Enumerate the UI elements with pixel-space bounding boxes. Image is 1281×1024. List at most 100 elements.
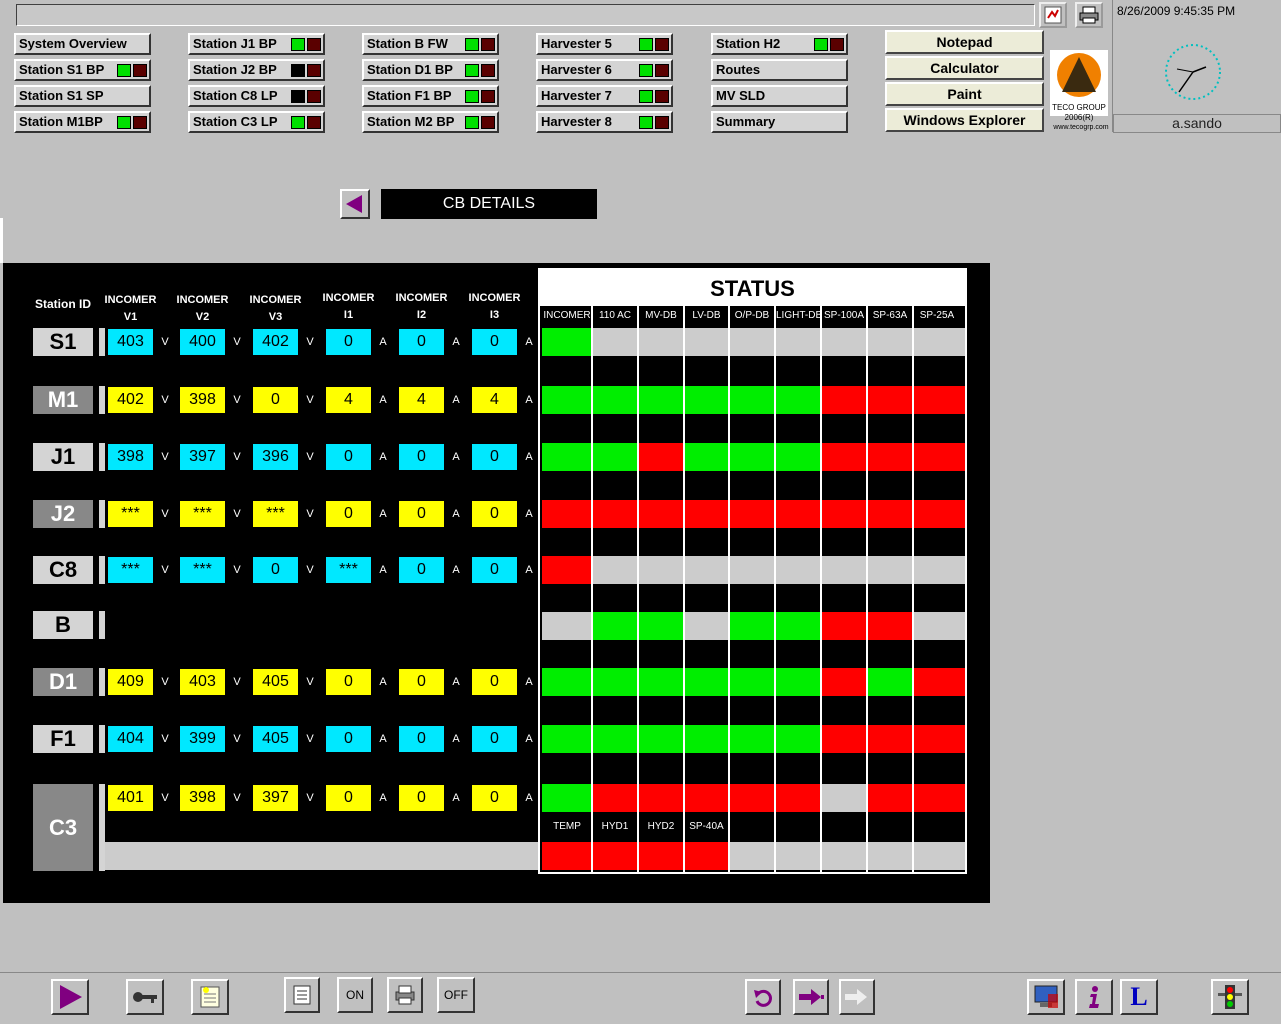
nav-station-h2-button[interactable]: Station H2 bbox=[711, 33, 848, 55]
station-id-c3[interactable]: C3 bbox=[33, 784, 99, 871]
status-cell bbox=[868, 725, 914, 753]
grid-line bbox=[912, 306, 914, 872]
undo-icon[interactable] bbox=[745, 979, 781, 1015]
status-cell bbox=[542, 725, 594, 753]
status-cell bbox=[730, 612, 776, 640]
nav-label: Station J1 BP bbox=[193, 36, 277, 51]
station-id-j2[interactable]: J2 bbox=[33, 500, 99, 528]
station-id-m1[interactable]: M1 bbox=[33, 386, 99, 414]
nav-station-m2-bp-button[interactable]: Station M2 BP bbox=[362, 111, 499, 133]
key-icon[interactable] bbox=[126, 979, 164, 1015]
incomer-value: 397 bbox=[253, 785, 298, 811]
nav-label: Routes bbox=[716, 62, 761, 77]
nav-harvester-7-button[interactable]: Harvester 7 bbox=[536, 85, 673, 107]
nav-harvester-8-button[interactable]: Harvester 8 bbox=[536, 111, 673, 133]
station-id-b[interactable]: B bbox=[33, 611, 99, 639]
status-indicator bbox=[465, 116, 479, 129]
nav-station-d1-bp-button[interactable]: Station D1 BP bbox=[362, 59, 499, 81]
status-cell bbox=[639, 612, 685, 640]
header-line2: V2 bbox=[195, 311, 210, 323]
status-cell bbox=[868, 556, 914, 584]
station-id-f1[interactable]: F1 bbox=[33, 725, 99, 753]
notepad-button[interactable]: Notepad bbox=[885, 30, 1044, 54]
on-button[interactable]: ON bbox=[337, 977, 373, 1013]
nav-label: Summary bbox=[716, 114, 776, 129]
station-id-s1[interactable]: S1 bbox=[33, 328, 99, 356]
unit-label: A bbox=[452, 451, 460, 463]
status-col-110-ac: 110 AC bbox=[598, 310, 632, 321]
nav-station-c3-lp-button[interactable]: Station C3 LP bbox=[188, 111, 325, 133]
nav-station-s1-sp-button[interactable]: Station S1 SP bbox=[14, 85, 151, 107]
header-line1: INCOMER bbox=[176, 294, 229, 306]
play-button[interactable] bbox=[51, 979, 89, 1015]
station-id-c8[interactable]: C8 bbox=[33, 556, 99, 584]
unit-label: A bbox=[452, 564, 460, 576]
incomer-value: 0 bbox=[399, 501, 444, 527]
unit-label: A bbox=[452, 336, 460, 348]
off-button[interactable]: OFF bbox=[437, 977, 475, 1013]
incomer-header: INCOMER I1 bbox=[316, 290, 381, 324]
alarm-indicator bbox=[655, 90, 669, 103]
unit-label: V bbox=[306, 792, 314, 804]
nav-harvester-5-button[interactable]: Harvester 5 bbox=[536, 33, 673, 55]
incomer-value: 402 bbox=[108, 387, 153, 413]
nav-station-f1-bp-button[interactable]: Station F1 BP bbox=[362, 85, 499, 107]
status-cell bbox=[730, 500, 776, 528]
nav-station-c8-lp-button[interactable]: Station C8 LP bbox=[188, 85, 325, 107]
station-id-d1[interactable]: D1 bbox=[33, 668, 99, 696]
nav-routes-button[interactable]: Routes bbox=[711, 59, 848, 81]
incomer-header: INCOMER V1 bbox=[98, 292, 163, 326]
nav-station-s1-bp-button[interactable]: Station S1 BP bbox=[14, 59, 151, 81]
unit-label: V bbox=[233, 733, 241, 745]
station-id-j1[interactable]: J1 bbox=[33, 443, 99, 471]
alarm-icon[interactable] bbox=[1039, 2, 1067, 28]
unit-label: A bbox=[452, 508, 460, 520]
info-icon[interactable] bbox=[1075, 979, 1113, 1015]
incomer-value: *** bbox=[108, 557, 153, 583]
nav-label: Station B FW bbox=[367, 36, 448, 51]
row-marker bbox=[99, 500, 105, 528]
document-icon[interactable] bbox=[284, 977, 320, 1013]
logout-icon[interactable]: L bbox=[1120, 979, 1158, 1015]
traffic-light-icon[interactable] bbox=[1211, 979, 1249, 1015]
nav-harvester-6-button[interactable]: Harvester 6 bbox=[536, 59, 673, 81]
paint-button[interactable]: Paint bbox=[885, 82, 1044, 106]
status-cell bbox=[914, 612, 965, 640]
print-report-icon[interactable] bbox=[387, 977, 423, 1013]
status-cell bbox=[593, 328, 639, 356]
grid-line bbox=[591, 306, 593, 872]
unit-label: A bbox=[379, 792, 387, 804]
nav-summary-button[interactable]: Summary bbox=[711, 111, 848, 133]
nav-mv-sld-button[interactable]: MV SLD bbox=[711, 85, 848, 107]
status-cell bbox=[542, 556, 594, 584]
nav-station-m1bp-button[interactable]: Station M1BP bbox=[14, 111, 151, 133]
forward-icon[interactable] bbox=[793, 979, 829, 1015]
logo-url: www.tecogrp.com bbox=[1053, 124, 1109, 131]
row-marker bbox=[99, 611, 105, 639]
grid-line bbox=[637, 306, 639, 872]
nav-station-j1-bp-button[interactable]: Station J1 BP bbox=[188, 33, 325, 55]
windows-explorer-button[interactable]: Windows Explorer bbox=[885, 108, 1044, 132]
alarm-indicator bbox=[830, 38, 844, 51]
status-cell bbox=[730, 725, 776, 753]
computer-icon[interactable] bbox=[1027, 979, 1065, 1015]
calculator-button[interactable]: Calculator bbox=[885, 56, 1044, 80]
nav-system-overview-button[interactable]: System Overview bbox=[14, 33, 151, 55]
nav-label: Station C8 LP bbox=[193, 88, 278, 103]
notes-icon[interactable] bbox=[191, 979, 229, 1015]
incomer-value: 0 bbox=[472, 785, 517, 811]
header-line1: INCOMER bbox=[104, 294, 157, 306]
status-cell bbox=[542, 612, 594, 640]
status-cell bbox=[822, 443, 868, 471]
nav-label: Harvester 6 bbox=[541, 62, 612, 77]
unit-label: V bbox=[233, 394, 241, 406]
command-input[interactable] bbox=[16, 4, 1035, 26]
incomer-value: 396 bbox=[253, 444, 298, 470]
printer-icon[interactable] bbox=[1075, 2, 1103, 28]
back-button[interactable] bbox=[340, 189, 370, 219]
nav-station-j2-bp-button[interactable]: Station J2 BP bbox=[188, 59, 325, 81]
status-indicator bbox=[639, 116, 653, 129]
status-col-incomer: INCOMER bbox=[543, 310, 591, 321]
forward-disabled-icon[interactable] bbox=[839, 979, 875, 1015]
nav-station-b-fw-button[interactable]: Station B FW bbox=[362, 33, 499, 55]
